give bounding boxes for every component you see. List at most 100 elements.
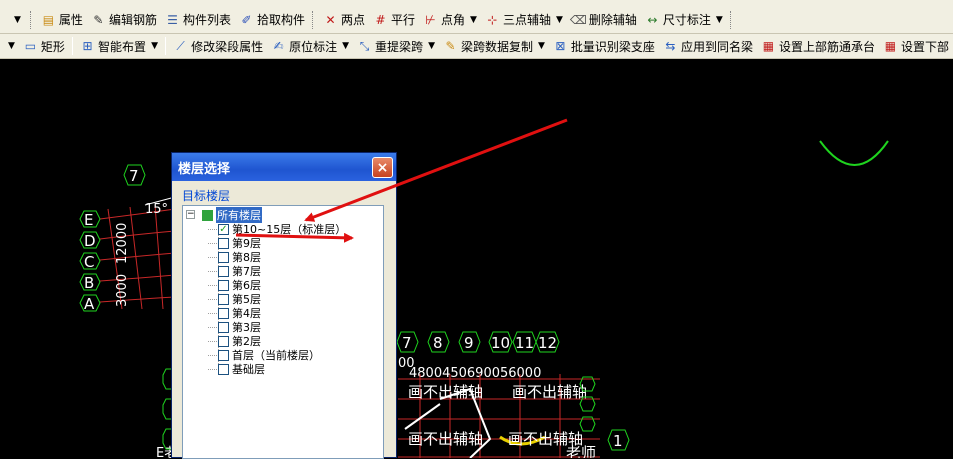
axis-number-8: 8: [433, 334, 443, 352]
floor-tree[interactable]: − 所有楼层 ✓ 第10~15层（标准层） 第9层 第8层 第7层 第6层 第5层 第4层 第3…: [182, 205, 384, 459]
toolbar-grip[interactable]: [311, 10, 316, 29]
floor-checkbox[interactable]: [218, 363, 229, 375]
chevron-down-icon[interactable]: ▼: [428, 41, 435, 51]
tree-item-floor[interactable]: 第8层: [208, 250, 261, 264]
floor-checkbox[interactable]: [218, 335, 229, 347]
axis-number-10: 10: [491, 334, 510, 352]
tree-item-floor[interactable]: ✓ 第10~15层（标准层）: [208, 222, 346, 236]
batch-identify-button[interactable]: ⊠ 批量识别梁支座: [549, 35, 659, 57]
component-list-icon: ☰: [167, 12, 178, 27]
smart-layout-label: 智能布置: [98, 39, 147, 54]
tree-item-floor[interactable]: 第6层: [208, 278, 261, 292]
chevron-down-icon[interactable]: ▼: [556, 15, 563, 25]
copy-span-data-button[interactable]: ✎ 梁跨数据复制 ▼: [439, 35, 549, 57]
drawing-canvas[interactable]: 15° E D C B A 7 3000 12000 7 8 9 10 11 1…: [0, 59, 953, 458]
component-list-button[interactable]: ☰ 构件列表: [161, 9, 235, 31]
floor-checkbox[interactable]: [218, 279, 229, 291]
tree-item-floor[interactable]: 第3层: [208, 320, 261, 334]
toolbar-grip[interactable]: [729, 10, 734, 29]
axis-number-7: 7: [402, 334, 412, 352]
floor-checkbox[interactable]: ✓: [218, 223, 229, 235]
parallel-icon: #: [375, 12, 386, 27]
parallel-button[interactable]: # 平行: [369, 9, 419, 31]
arc-shape: [819, 140, 889, 166]
point-angle-button[interactable]: ⊬ 点角 ▼: [419, 9, 481, 31]
toolbar-grip[interactable]: [29, 10, 34, 29]
modify-beam-label: 修改梁段属性: [191, 39, 264, 54]
properties-icon: ▤: [42, 12, 55, 27]
tree-item-floor[interactable]: 第2层: [208, 334, 261, 348]
dim-vertical-3000: 3000: [115, 274, 130, 307]
cad-text-no-axis-1: 画不出辅轴: [408, 383, 483, 401]
batch-identify-label: 批量识别梁支座: [570, 39, 655, 54]
dimension-button[interactable]: ↔ 尺寸标注 ▼: [641, 9, 727, 31]
rectangle-label: 矩形: [40, 39, 65, 54]
floor-checkbox[interactable]: [218, 293, 229, 305]
tree-item-floor[interactable]: 第9层: [208, 236, 261, 250]
floor-checkbox[interactable]: [218, 251, 229, 263]
chevron-down-icon[interactable]: ▼: [538, 41, 545, 51]
tree-item-floor[interactable]: 基础层: [208, 362, 265, 376]
modify-beam-icon: ⟋: [176, 39, 185, 53]
chevron-down-icon[interactable]: ▼: [342, 41, 349, 51]
tree-line: [208, 229, 217, 230]
axis-label-a: A: [84, 295, 95, 313]
tree-line: [208, 299, 217, 300]
floor-select-dialog: 楼层选择 × 目标楼层 − 所有楼层 ✓ 第10~15层（标准层） 第9层 第8层 第7…: [171, 152, 397, 459]
axis-number-9: 9: [464, 334, 474, 352]
smart-layout-icon: ⊞: [82, 39, 93, 53]
modify-beam-button[interactable]: ⟋ 修改梁段属性: [169, 35, 267, 57]
tree-line: [208, 285, 217, 286]
set-bottom-button[interactable]: ▦ 设置下部: [879, 35, 953, 57]
dim-vertical-12000: 12000: [115, 223, 130, 264]
copy-span-data-icon: ✎: [445, 39, 456, 53]
floor-checkbox[interactable]: [218, 237, 229, 249]
inplace-annotation-button[interactable]: ✍ 原位标注 ▼: [267, 35, 353, 57]
two-point-button[interactable]: ✕ 两点: [319, 9, 369, 31]
pick-component-label: 拾取构件: [256, 13, 305, 27]
smart-layout-button[interactable]: ⊞ 智能布置 ▼: [76, 35, 162, 57]
floor-checkbox[interactable]: [218, 349, 229, 361]
properties-button[interactable]: ▤ 属性: [37, 9, 87, 31]
rectangle-button[interactable]: ▭ 矩形: [19, 35, 69, 57]
tree-item-floor[interactable]: 第7层: [208, 264, 261, 278]
floor-checkbox[interactable]: [218, 321, 229, 333]
axis-label-e: E: [84, 211, 93, 229]
tree-item-floor[interactable]: 第5层: [208, 292, 261, 306]
angle-label: 15°: [145, 202, 168, 217]
cad-text-no-axis-2: 画不出辅轴: [512, 383, 587, 401]
tree-line: [208, 271, 217, 272]
axis-number-1: 1: [613, 432, 623, 450]
set-top-rebar-button[interactable]: ▦ 设置上部筋通承台: [757, 35, 879, 57]
close-button[interactable]: ×: [372, 157, 393, 178]
chevron-down-icon[interactable]: ▼: [716, 15, 723, 25]
point-angle-label: 点角: [441, 13, 466, 27]
two-point-icon: ✕: [325, 12, 336, 27]
apply-same-name-button[interactable]: ⇆ 应用到同名梁: [659, 35, 757, 57]
chevron-down-icon[interactable]: ▼: [470, 15, 477, 25]
collapse-icon[interactable]: −: [186, 210, 195, 219]
delete-axis-button[interactable]: ⌫ 删除辅轴: [567, 9, 641, 31]
checkbox-all-floors[interactable]: [202, 209, 213, 221]
axis-label-d: D: [84, 232, 96, 250]
dropdown-arrow-icon[interactable]: ▼: [8, 41, 15, 51]
set-top-rebar-icon: ▦: [762, 39, 775, 53]
re-extract-span-button[interactable]: ⤡ 重提梁跨 ▼: [353, 35, 439, 57]
axis-number-11: 11: [515, 334, 534, 352]
tree-item-floor[interactable]: 第4层: [208, 306, 261, 320]
parallel-label: 平行: [391, 13, 416, 27]
floor-checkbox[interactable]: [218, 265, 229, 277]
tree-item-floor[interactable]: 首层（当前楼层）: [208, 348, 320, 362]
three-point-axis-button[interactable]: ⊹ 三点辅轴 ▼: [481, 9, 567, 31]
floor-checkbox[interactable]: [218, 307, 229, 319]
dialog-titlebar[interactable]: 楼层选择 ×: [172, 153, 396, 181]
two-point-label: 两点: [340, 13, 365, 27]
tree-line: [208, 369, 217, 370]
tree-item-all-floors[interactable]: 所有楼层: [202, 207, 262, 223]
chevron-down-icon[interactable]: ▼: [151, 41, 158, 51]
dropdown-arrow-icon[interactable]: ▼: [14, 15, 21, 25]
pick-component-button[interactable]: ✐ 拾取构件: [235, 9, 309, 31]
edit-rebar-button[interactable]: ✎ 编辑钢筋: [87, 9, 161, 31]
toolbar-beam: ▼ ▭ 矩形 ⊞ 智能布置 ▼ ⟋ 修改梁段属性 ✍ 原位标注 ▼ ⤡ 重提梁跨…: [0, 34, 953, 59]
toolbar-separator: [71, 37, 74, 55]
